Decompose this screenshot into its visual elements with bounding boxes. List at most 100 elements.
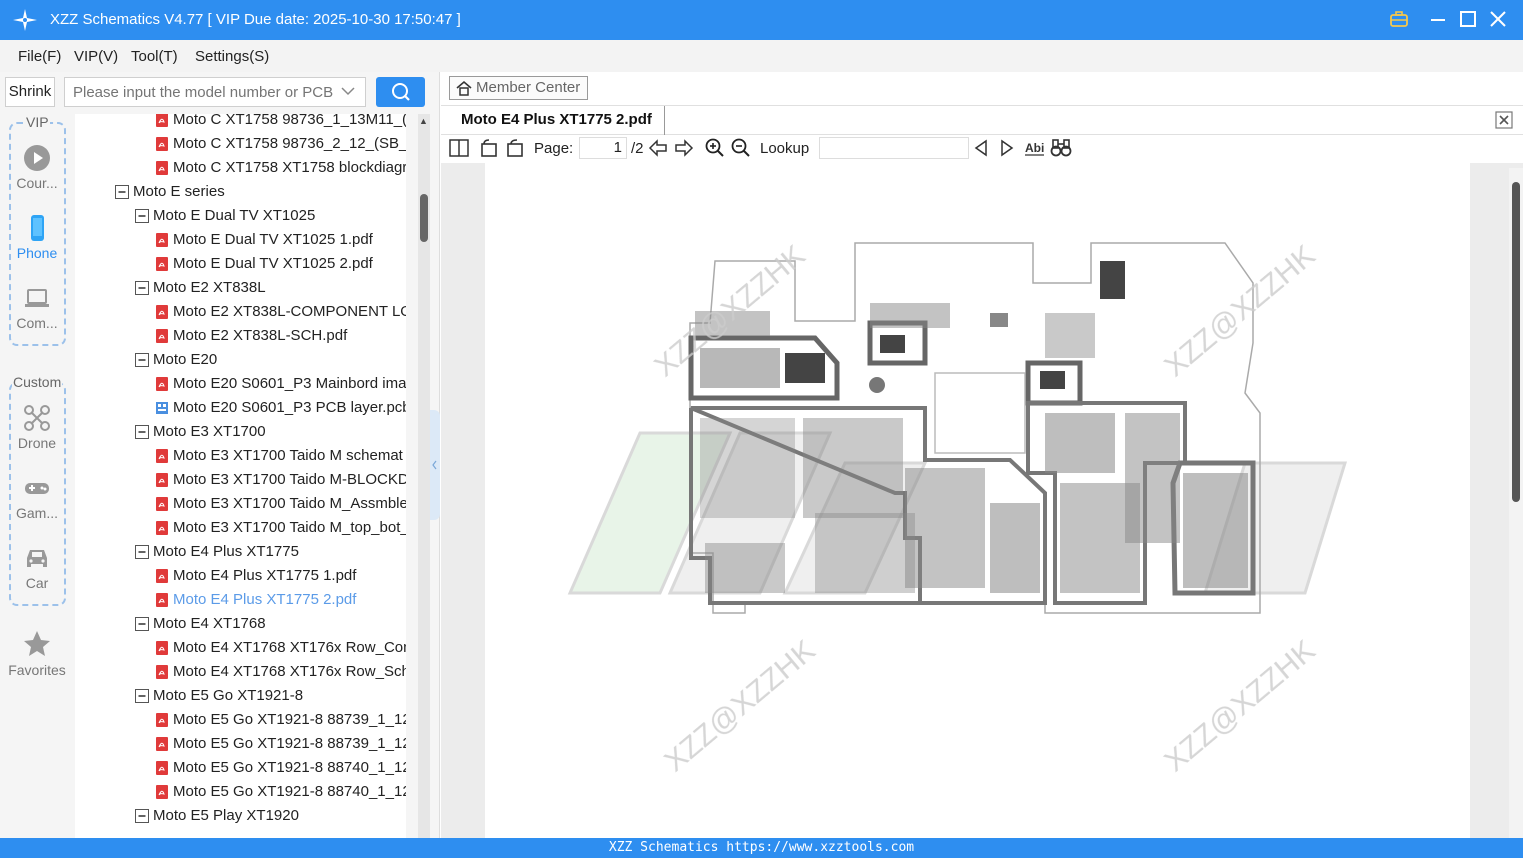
rotate-right-icon[interactable] (505, 138, 525, 158)
pdf-file-icon[interactable] (155, 737, 169, 752)
tree-file[interactable]: Moto E4 XT1768 XT176x Row_Com (155, 636, 406, 660)
tree-folder[interactable]: Moto E4 Plus XT1775 (135, 540, 406, 564)
zoom-out-icon[interactable] (731, 138, 751, 158)
pdf-file-icon[interactable] (155, 569, 169, 584)
tree-file[interactable]: Moto E4 Plus XT1775 1.pdf (155, 564, 406, 588)
tree-file[interactable]: Moto E4 XT1768 XT176x Row_Sche (155, 660, 406, 684)
tree-file[interactable]: Moto E4 Plus XT1775 2.pdf (155, 588, 406, 612)
tree-file[interactable]: Moto E3 XT1700 Taido M-BLOCKD (155, 468, 406, 492)
tree-file[interactable]: Moto E5 Go XT1921-8 88739_1_12 (155, 708, 406, 732)
close-tab-icon[interactable] (1495, 111, 1513, 129)
tree-file[interactable]: Moto C XT1758 XT1758 blockdiagra (155, 156, 406, 180)
pdf-file-icon[interactable] (155, 785, 169, 800)
tree-file[interactable]: Moto E5 Go XT1921-8 88739_1_12_ (155, 732, 406, 756)
collapse-icon[interactable] (135, 425, 149, 440)
tree-file[interactable]: Moto E3 XT1700 Taido M schemat (155, 444, 406, 468)
collapse-icon[interactable] (135, 545, 149, 560)
member-center-button[interactable]: Member Center (449, 76, 588, 100)
pdf-file-icon[interactable] (155, 233, 169, 248)
category-car[interactable]: Car (0, 544, 74, 591)
pdf-viewer[interactable]: XZZ@XZZHK XZZ@XZZHK XZZ@XZZHK XZZ@XZZHK (441, 163, 1523, 843)
tree-scrollbar[interactable]: ▲ (418, 114, 430, 838)
pdf-file-icon[interactable] (155, 161, 169, 176)
pdf-file-icon[interactable] (155, 761, 169, 776)
tree-file[interactable]: Moto E Dual TV XT1025 2.pdf (155, 252, 406, 276)
find-next-icon[interactable] (999, 139, 1015, 157)
split-view-icon[interactable] (449, 139, 469, 157)
match-case-icon[interactable]: Abi (1024, 139, 1046, 157)
tree-file[interactable]: Moto E3 XT1700 Taido M_Assmble (155, 492, 406, 516)
pdf-file-icon[interactable] (155, 257, 169, 272)
page-number-input[interactable]: 1 (579, 137, 627, 159)
collapse-icon[interactable] (135, 209, 149, 224)
tree-file[interactable]: Moto E5 Go XT1921-8 88740_1_12_ (155, 780, 406, 804)
pdf-file-icon[interactable] (155, 593, 169, 608)
tree-folder[interactable]: Moto E5 Play XT1920 (135, 804, 406, 828)
pdf-file-icon[interactable] (155, 305, 169, 320)
tree-file[interactable]: Moto E2 XT838L-COMPONENT LOC (155, 300, 406, 324)
menu-vip[interactable]: VIP(V) (74, 48, 118, 65)
collapse-icon[interactable] (135, 353, 149, 368)
collapse-icon[interactable] (115, 185, 129, 200)
tree-folder[interactable]: Moto E5 Go XT1921-8 (135, 684, 406, 708)
pdf-page[interactable]: XZZ@XZZHK XZZ@XZZHK XZZ@XZZHK XZZ@XZZHK (485, 163, 1470, 843)
tree-file[interactable]: Moto E Dual TV XT1025 1.pdf (155, 228, 406, 252)
pdf-file-icon[interactable] (155, 473, 169, 488)
menu-file[interactable]: File(F) (18, 48, 61, 65)
close-icon[interactable] (1487, 8, 1509, 30)
find-previous-icon[interactable] (973, 139, 989, 157)
shrink-button[interactable]: Shrink (5, 77, 55, 107)
previous-page-icon[interactable] (648, 139, 668, 157)
category-favorites[interactable]: Favorites (0, 629, 74, 678)
panel-collapse-handle[interactable] (430, 410, 440, 520)
tree-file[interactable]: Moto C XT1758 98736_1_13M11_(M (155, 114, 406, 132)
tree-file[interactable]: Moto E20 S0601_P3 PCB layer.pcb (155, 396, 406, 420)
pdf-file-icon[interactable] (155, 449, 169, 464)
pdf-file-icon[interactable] (155, 137, 169, 152)
category-courses[interactable]: Cour... (0, 144, 74, 191)
tree-folder[interactable]: Moto E3 XT1700 (135, 420, 406, 444)
pdf-file-icon[interactable] (155, 329, 169, 344)
category-drone[interactable]: Drone (0, 404, 74, 451)
tree-folder[interactable]: Moto E series (115, 180, 406, 204)
pdf-file-icon[interactable] (155, 521, 169, 536)
model-search-input[interactable] (65, 78, 335, 106)
tree-folder[interactable]: Moto E2 XT838L (135, 276, 406, 300)
category-computer[interactable]: Com... (0, 284, 74, 331)
next-page-icon[interactable] (674, 139, 694, 157)
category-phone[interactable]: Phone (0, 214, 74, 261)
collapse-icon[interactable] (135, 617, 149, 632)
pdf-file-icon[interactable] (155, 665, 169, 680)
scroll-up-icon[interactable]: ▲ (419, 116, 428, 126)
pdf-file-icon[interactable] (155, 713, 169, 728)
collapse-icon[interactable] (135, 809, 149, 824)
search-button[interactable] (376, 77, 425, 107)
menu-settings[interactable]: Settings(S) (195, 48, 269, 65)
binoculars-icon[interactable] (1050, 138, 1072, 158)
tree-file[interactable]: Moto C XT1758 98736_2_12_(SB_lay (155, 132, 406, 156)
rotate-left-icon[interactable] (479, 138, 499, 158)
lookup-input[interactable] (819, 137, 969, 159)
maximize-icon[interactable] (1457, 8, 1479, 30)
briefcase-icon[interactable] (1388, 8, 1410, 30)
tree-file[interactable]: Moto E20 S0601_P3 Mainbord ima (155, 372, 406, 396)
pdf-file-icon[interactable] (155, 114, 169, 128)
pdf-file-icon[interactable] (155, 641, 169, 656)
tab-document[interactable]: Moto E4 Plus XT1775 2.pdf (449, 106, 665, 135)
chevron-down-icon[interactable] (341, 86, 355, 96)
pdf-file-icon[interactable] (155, 377, 169, 392)
tree-scrollbar-thumb[interactable] (420, 194, 428, 242)
tree-file[interactable]: Moto E3 XT1700 Taido M_top_bot_ (155, 516, 406, 540)
viewer-scrollbar-thumb[interactable] (1512, 182, 1520, 502)
zoom-in-icon[interactable] (705, 138, 725, 158)
tree-folder[interactable]: Moto E Dual TV XT1025 (135, 204, 406, 228)
viewer-scrollbar[interactable] (1509, 168, 1523, 838)
menu-tool[interactable]: Tool(T) (131, 48, 178, 65)
pcb-file-icon[interactable] (155, 401, 169, 415)
tree-file[interactable]: Moto E5 Go XT1921-8 88740_1_12M (155, 756, 406, 780)
tree-folder[interactable]: Moto E20 (135, 348, 406, 372)
tree-folder[interactable]: Moto E4 XT1768 (135, 612, 406, 636)
collapse-icon[interactable] (135, 281, 149, 296)
model-search-box[interactable] (64, 77, 366, 107)
category-games[interactable]: Gam... (0, 474, 74, 521)
